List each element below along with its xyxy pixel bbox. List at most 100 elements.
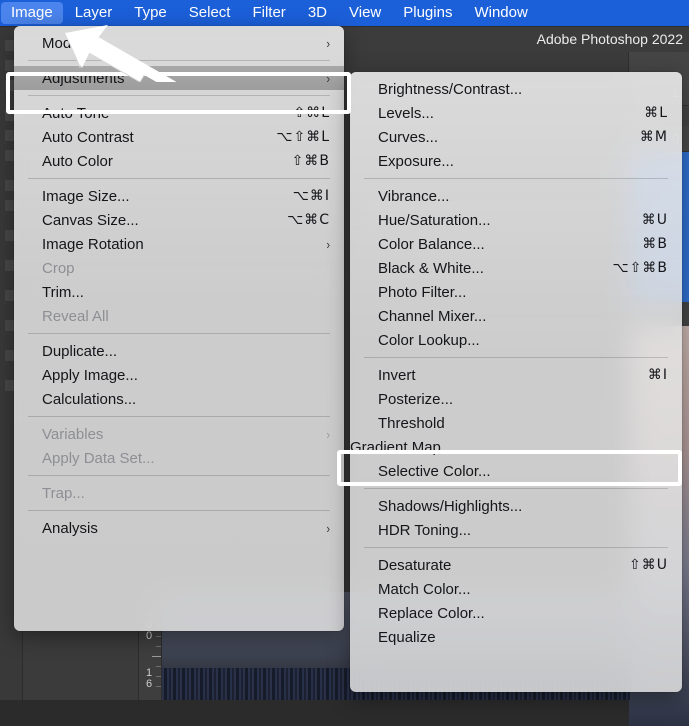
menu-item-brightness-contrast[interactable]: Brightness/Contrast... <box>350 77 682 101</box>
menu-item-replace-color[interactable]: Replace Color... <box>350 601 682 625</box>
image-menu-dropdown[interactable]: Mode › Adjustments › Auto Tone ⇧⌘L Auto Contra… <box>14 26 344 631</box>
menu-separator <box>28 510 330 511</box>
menu-item-crop: Crop <box>14 256 344 280</box>
menu-item-label: Image Rotation <box>42 235 144 253</box>
menu-item-shortcut: ⇧⌘B <box>291 153 330 169</box>
menu-item-channel-mixer[interactable]: Channel Mixer... <box>350 304 682 328</box>
menubar-item-layer[interactable]: Layer <box>65 2 123 24</box>
menu-separator <box>28 416 330 417</box>
menu-separator <box>364 547 668 548</box>
menu-item-match-color[interactable]: Match Color... <box>350 577 682 601</box>
menubar-item-select[interactable]: Select <box>179 2 241 24</box>
menubar-item-label: View <box>349 4 382 21</box>
menu-separator <box>28 333 330 334</box>
menu-item-adjustments[interactable]: Adjustments › <box>14 66 344 90</box>
menubar-item-window[interactable]: Window <box>464 2 537 24</box>
menu-separator <box>364 178 668 179</box>
menu-item-label: Canvas Size... <box>42 211 139 229</box>
chevron-right-icon: › <box>325 520 330 536</box>
menu-item-black-white[interactable]: Black & White... ⌥⇧⌘B <box>350 256 682 280</box>
menubar-item-label: 3D <box>307 4 327 21</box>
menu-item-label: Calculations... <box>42 390 137 408</box>
adjustments-submenu-dropdown[interactable]: Brightness/Contrast... Levels... ⌘L Curves.… <box>350 72 682 692</box>
menu-item-desaturate[interactable]: Desaturate ⇧⌘U <box>350 553 682 577</box>
menubar-item-view[interactable]: View <box>339 2 391 24</box>
chevron-right-icon: › <box>325 236 330 252</box>
menu-item-posterize[interactable]: Posterize... <box>350 387 682 411</box>
menu-item-label: Color Lookup... <box>378 331 480 349</box>
menu-item-label: Black & White... <box>378 259 484 277</box>
menu-item-shortcut: ⇧⌘L <box>293 105 330 121</box>
menu-item-shortcut: ⌥⌘C <box>287 212 330 228</box>
menu-item-label: Auto Color <box>42 152 113 170</box>
menu-item-label: HDR Toning... <box>378 521 472 539</box>
app-title: Adobe Photoshop 2022 <box>536 31 683 47</box>
menu-item-curves[interactable]: Curves... ⌘M <box>350 125 682 149</box>
menu-item-color-lookup[interactable]: Color Lookup... <box>350 328 682 352</box>
menu-item-shortcut: ⌘U <box>641 212 668 228</box>
menu-item-label: Adjustments <box>42 69 125 87</box>
chevron-right-icon: › <box>325 35 330 51</box>
menu-item-duplicate[interactable]: Duplicate... <box>14 339 344 363</box>
menu-separator <box>28 95 330 96</box>
menu-item-invert[interactable]: Invert ⌘I <box>350 363 682 387</box>
menu-item-image-size[interactable]: Image Size... ⌥⌘I <box>14 184 344 208</box>
menu-item-shortcut: ⌘M <box>639 129 668 145</box>
menu-item-vibrance[interactable]: Vibrance... <box>350 184 682 208</box>
menu-item-label: Shadows/Highlights... <box>378 497 523 515</box>
menu-item-shadows-highlights[interactable]: Shadows/Highlights... <box>350 494 682 518</box>
ruler-label: 16 <box>145 667 153 690</box>
menu-item-shortcut: ⌥⇧⌘L <box>276 129 330 145</box>
menu-item-shortcut: ⌘I <box>647 367 668 383</box>
menu-bar[interactable]: Image Layer Type Select Filter 3D View Plugins W… <box>0 0 689 26</box>
menu-item-calculations[interactable]: Calculations... <box>14 387 344 411</box>
menubar-item-image[interactable]: Image <box>1 2 63 24</box>
menu-item-photo-filter[interactable]: Photo Filter... <box>350 280 682 304</box>
menu-item-shortcut: ⇧⌘U <box>629 557 668 573</box>
menubar-item-plugins[interactable]: Plugins <box>393 2 462 24</box>
menu-item-apply-image[interactable]: Apply Image... <box>14 363 344 387</box>
menu-item-label: Reveal All <box>42 307 109 325</box>
menu-item-label: Threshold <box>378 414 445 432</box>
menubar-item-label: Filter <box>252 4 286 21</box>
menu-item-auto-color[interactable]: Auto Color ⇧⌘B <box>14 149 344 173</box>
menu-item-image-rotation[interactable]: Image Rotation › <box>14 232 344 256</box>
menu-item-label: Auto Tone <box>42 104 110 122</box>
menu-item-mode[interactable]: Mode › <box>14 31 344 55</box>
menu-item-threshold[interactable]: Threshold <box>350 411 682 435</box>
menu-item-variables: Variables › <box>14 422 344 446</box>
menu-item-label: Gradient Map... <box>350 438 454 456</box>
menu-item-color-balance[interactable]: Color Balance... ⌘B <box>350 232 682 256</box>
menubar-item-type[interactable]: Type <box>124 2 177 24</box>
menu-item-trim[interactable]: Trim... <box>14 280 344 304</box>
menu-item-label: Analysis <box>42 519 98 537</box>
menu-item-exposure[interactable]: Exposure... <box>350 149 682 173</box>
menu-item-label: Match Color... <box>378 580 471 598</box>
menu-item-label: Image Size... <box>42 187 130 205</box>
menu-item-selective-color[interactable]: Selective Color... <box>350 459 682 483</box>
menu-item-hdr-toning[interactable]: HDR Toning... <box>350 518 682 542</box>
menu-item-analysis[interactable]: Analysis › <box>14 516 344 540</box>
menu-item-equalize[interactable]: Equalize <box>350 625 682 649</box>
menu-item-trap: Trap... <box>14 481 344 505</box>
menu-item-reveal-all: Reveal All <box>14 304 344 328</box>
menu-separator <box>364 488 668 489</box>
menu-item-label: Desaturate <box>378 556 452 574</box>
menu-item-label: Apply Data Set... <box>42 449 155 467</box>
menu-item-auto-tone[interactable]: Auto Tone ⇧⌘L <box>14 101 344 125</box>
menubar-item-label: Layer <box>74 4 113 21</box>
menu-item-levels[interactable]: Levels... ⌘L <box>350 101 682 125</box>
menu-item-label: Mode <box>42 34 80 52</box>
menubar-item-label: Image <box>11 4 53 21</box>
menu-item-auto-contrast[interactable]: Auto Contrast ⌥⇧⌘L <box>14 125 344 149</box>
menu-item-label: Crop <box>42 259 75 277</box>
menu-item-canvas-size[interactable]: Canvas Size... ⌥⌘C <box>14 208 344 232</box>
menu-item-label: Auto Contrast <box>42 128 134 146</box>
menu-item-shortcut: ⌥⌘I <box>292 188 330 204</box>
menu-separator <box>28 475 330 476</box>
menu-item-hue-saturation[interactable]: Hue/Saturation... ⌘U <box>350 208 682 232</box>
menubar-item-filter[interactable]: Filter <box>242 2 295 24</box>
menubar-item-3d[interactable]: 3D <box>298 2 337 24</box>
menu-item-gradient-map[interactable]: Gradient Map... <box>350 439 672 456</box>
menu-item-label: Curves... <box>378 128 439 146</box>
